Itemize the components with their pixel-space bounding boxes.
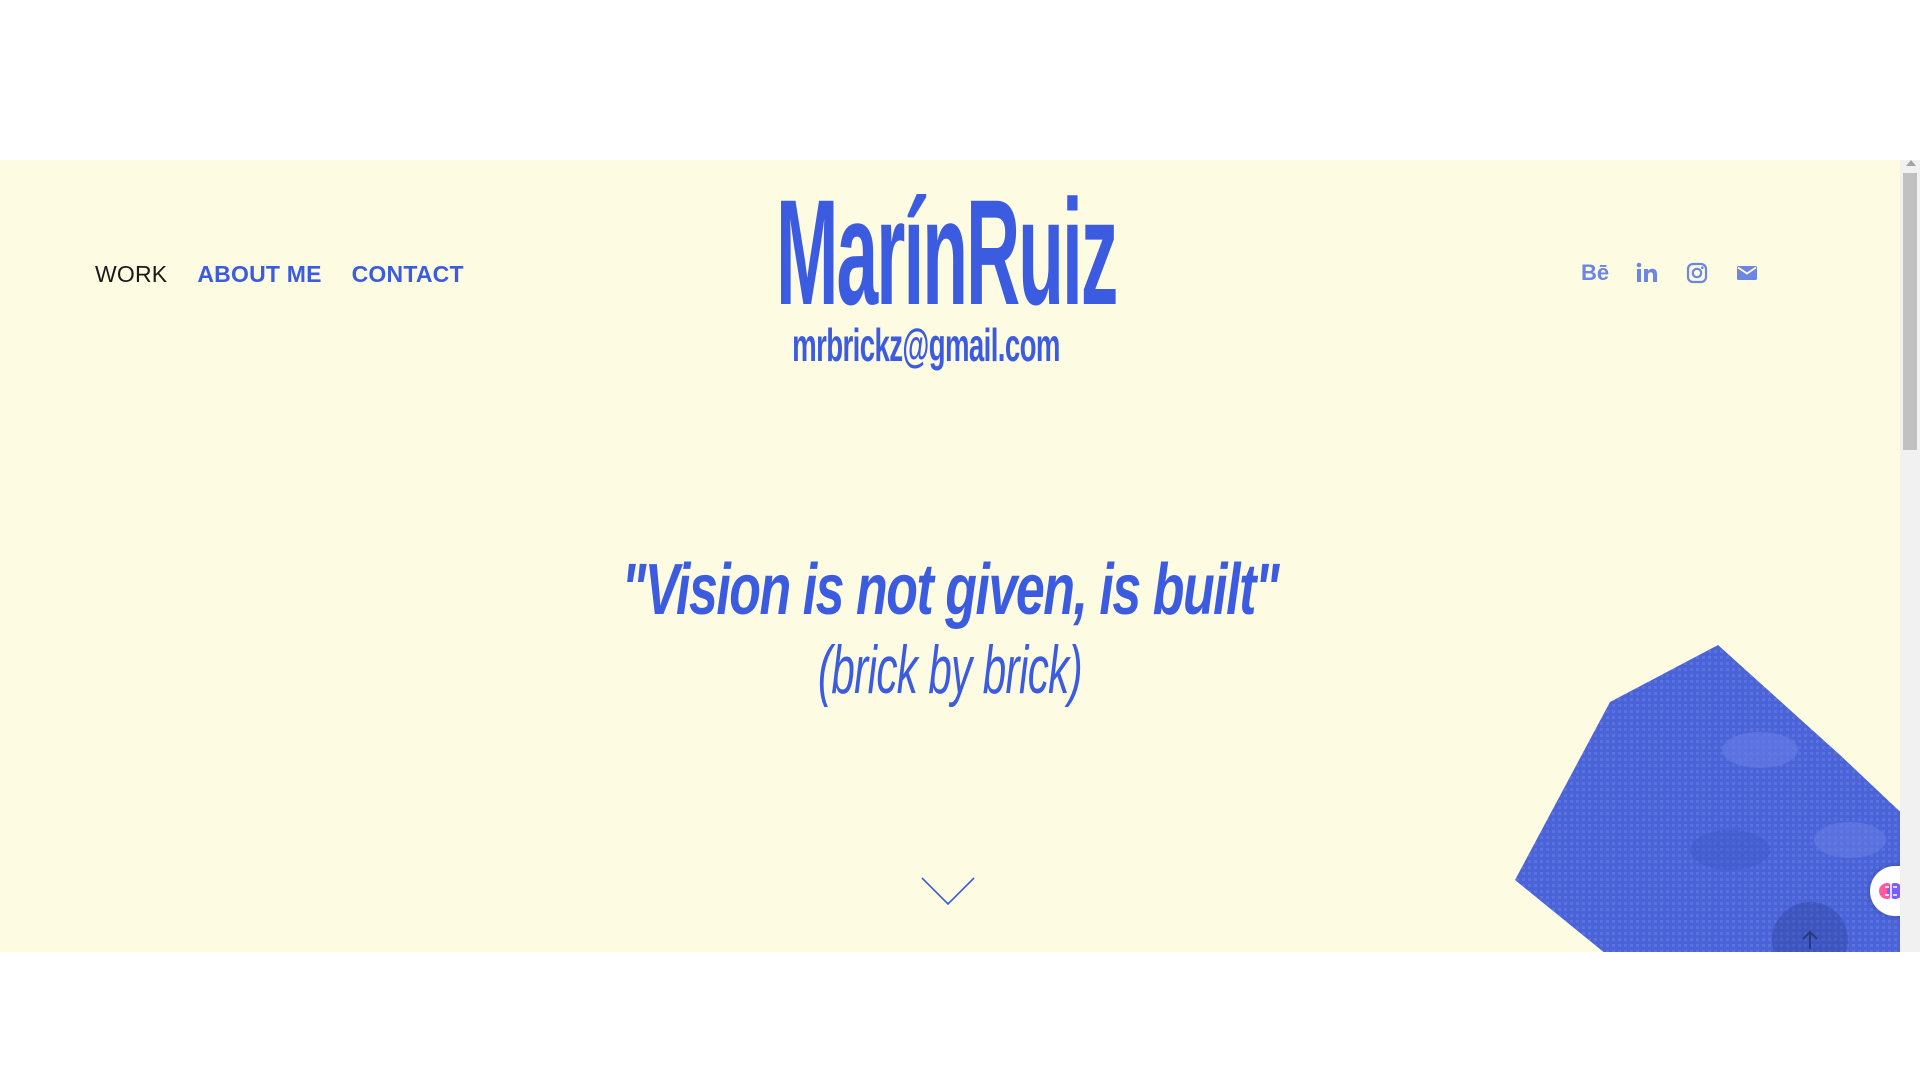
logo-email: mrbrickz@gmail.com [792,319,1060,371]
hero-subquote: (brick by brick) [817,632,1083,708]
scroll-up-arrow-icon[interactable] [1906,160,1916,166]
brain-icon [1879,883,1900,899]
site-logo[interactable]: MarínRuiz mrbrickz@gmail.com [773,168,1118,371]
nav-work-link[interactable]: WORK [95,261,167,288]
scrollbar-thumb[interactable] [1903,173,1917,450]
main-nav: WORK ABOUT ME CONTACT [95,261,464,288]
scroll-down-chevron-icon[interactable] [920,876,976,906]
page-viewport: WORK ABOUT ME CONTACT MarínRuiz mrbrickz… [0,160,1900,952]
linkedin-icon[interactable] [1634,260,1660,286]
mail-icon[interactable] [1734,260,1760,286]
behance-icon[interactable]: Bē [1580,260,1610,286]
nav-about-link[interactable]: ABOUT ME [197,261,321,288]
lego-brick-image [1515,645,1900,952]
social-links: Bē [1580,260,1760,286]
arrow-up-icon [1802,930,1818,949]
logo-name: MarínRuiz [776,168,1118,336]
nav-contact-link[interactable]: CONTACT [352,261,464,288]
instagram-icon[interactable] [1684,260,1710,286]
hero-quote: "Vision is not given, is built" [621,550,1280,630]
